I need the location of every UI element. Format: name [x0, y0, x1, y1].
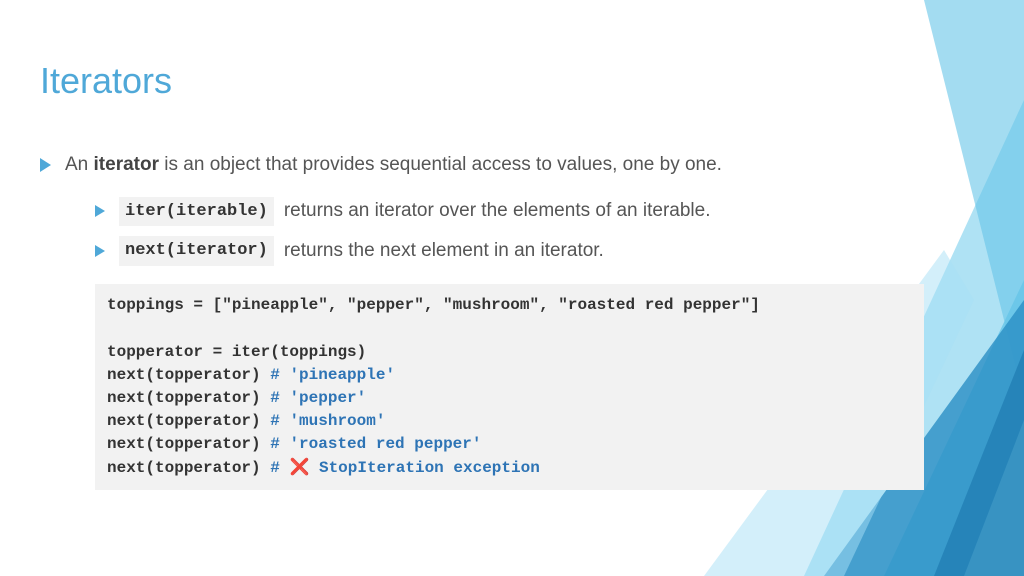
sub-bullet-next: next(iterator) returns the next element … [95, 236, 974, 266]
next-code: next(iterator) [119, 236, 274, 266]
x-icon: ❌ [289, 457, 309, 480]
intro-bold: iterator [94, 154, 159, 175]
code-line: next(topperator) # 'mushroom' [107, 410, 912, 433]
code-line: toppings = ["pineapple", "pepper", "mush… [107, 294, 912, 317]
sub-bullet-iter: iter(iterable) returns an iterator over … [95, 197, 974, 227]
bullet-icon [95, 205, 105, 217]
slide-title: Iterators [40, 60, 974, 102]
iter-code: iter(iterable) [119, 197, 274, 227]
code-line: topperator = iter(toppings) [107, 341, 912, 364]
next-desc: returns the next element in an iterator. [284, 238, 604, 265]
bullet-icon [40, 158, 51, 172]
code-example: toppings = ["pineapple", "pepper", "mush… [95, 284, 924, 490]
intro-post: is an object that provides sequential ac… [159, 154, 722, 175]
intro-bullet: An iterator is an object that provides s… [40, 152, 974, 179]
bullet-icon [95, 245, 105, 257]
code-line: next(topperator) # 'pepper' [107, 387, 912, 410]
code-line: next(topperator) # 'roasted red pepper' [107, 433, 912, 456]
iter-desc: returns an iterator over the elements of… [284, 198, 711, 225]
code-line: next(topperator) # 'pineapple' [107, 364, 912, 387]
intro-pre: An [65, 154, 94, 175]
code-line: next(topperator) # ❌ StopIteration excep… [107, 457, 912, 480]
